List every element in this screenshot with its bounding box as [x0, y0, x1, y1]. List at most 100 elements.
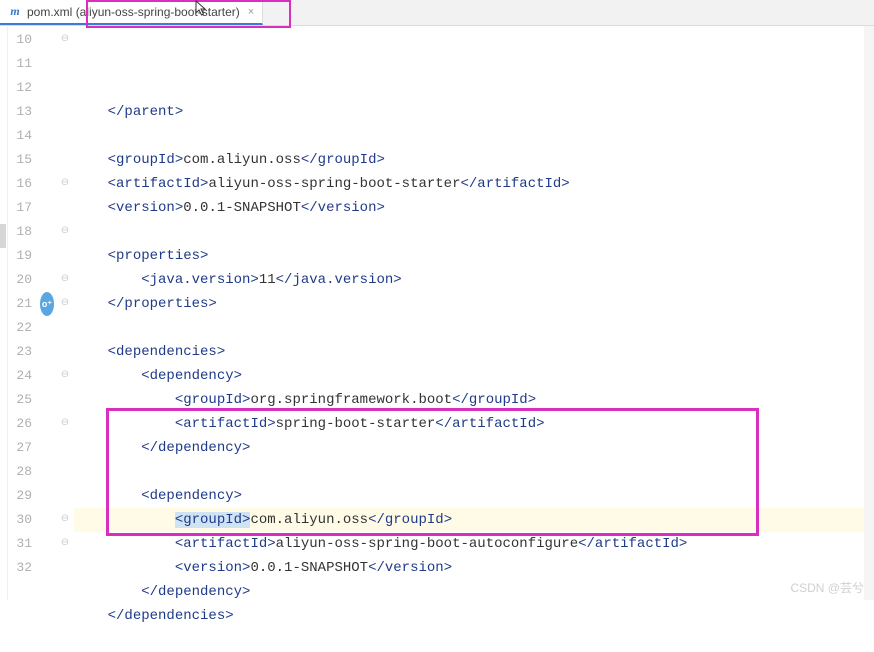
code-line[interactable]: <dependency> — [74, 484, 874, 508]
fold-mark[interactable]: ⊖ — [56, 412, 74, 436]
fold-mark[interactable]: ⊖ — [56, 268, 74, 292]
fold-mark[interactable] — [56, 460, 74, 484]
fold-mark[interactable] — [56, 148, 74, 172]
code-tag: </dependency> — [141, 584, 250, 600]
fold-mark[interactable] — [56, 484, 74, 508]
line-number: 16 — [8, 172, 32, 196]
fold-mark[interactable]: ⊖ — [56, 364, 74, 388]
code-text: 0.0.1-SNAPSHOT — [250, 560, 368, 576]
code-text: aliyun-oss-spring-boot-starter — [208, 176, 460, 192]
line-number: 11 — [8, 52, 32, 76]
fold-mark[interactable] — [56, 244, 74, 268]
fold-mark[interactable] — [56, 436, 74, 460]
code-line[interactable]: </dependency> — [74, 436, 874, 460]
code-line[interactable]: <artifactId>spring-boot-starter</artifac… — [74, 412, 874, 436]
fold-mark[interactable] — [56, 196, 74, 220]
code-tag: <version> — [108, 200, 184, 216]
line-number: 20 — [8, 268, 32, 292]
gutter-badge-column: o⁺ — [38, 26, 56, 600]
code-line[interactable]: <properties> — [74, 244, 874, 268]
gutter-badge-slot — [38, 412, 56, 436]
code-line[interactable]: <dependencies> — [74, 340, 874, 364]
code-tag: <dependency> — [141, 488, 242, 504]
gutter-badge-slot — [38, 172, 56, 196]
line-number: 32 — [8, 556, 32, 580]
fold-mark[interactable] — [56, 52, 74, 76]
fold-mark[interactable]: ⊖ — [56, 220, 74, 244]
gutter-badge-slot — [38, 244, 56, 268]
line-number: 27 — [8, 436, 32, 460]
code-line[interactable]: </dependency> — [74, 580, 874, 604]
code-text: com.aliyun.oss — [183, 152, 301, 168]
line-number: 30 — [8, 508, 32, 532]
code-tag: </version> — [301, 200, 385, 216]
code-line[interactable]: <groupId>com.aliyun.oss</groupId> — [74, 148, 874, 172]
fold-mark[interactable]: ⊖ — [56, 532, 74, 556]
gutter-badge-slot — [38, 316, 56, 340]
editor[interactable]: 1011121314151617181920212223242526272829… — [0, 26, 874, 600]
fold-mark[interactable] — [56, 388, 74, 412]
code-line[interactable] — [74, 220, 874, 244]
fold-mark[interactable]: ⊖ — [56, 292, 74, 316]
gutter-badge-slot — [38, 76, 56, 100]
code-line[interactable] — [74, 460, 874, 484]
code-tag: </groupId> — [452, 392, 536, 408]
tab-filename: pom.xml (aliyun-oss-spring-boot-starter) — [27, 5, 240, 19]
code-line[interactable]: <version>0.0.1-SNAPSHOT</version> — [74, 556, 874, 580]
file-tab[interactable]: m pom.xml (aliyun-oss-spring-boot-starte… — [0, 0, 263, 25]
gutter-badge-slot — [38, 100, 56, 124]
gutter-badge-slot — [38, 532, 56, 556]
line-number: 15 — [8, 148, 32, 172]
line-number: 23 — [8, 340, 32, 364]
code-line[interactable]: <artifactId>aliyun-oss-spring-boot-autoc… — [74, 532, 874, 556]
close-icon[interactable]: × — [248, 6, 254, 18]
code-tag: </artifactId> — [578, 536, 687, 552]
code-text: 11 — [259, 272, 276, 288]
code-tag: <groupId> — [108, 152, 184, 168]
fold-mark[interactable] — [56, 340, 74, 364]
line-numbers: 1011121314151617181920212223242526272829… — [8, 26, 38, 600]
fold-mark[interactable]: ⊖ — [56, 28, 74, 52]
watermark: CSDN @芸兮 — [790, 579, 864, 596]
code-line[interactable]: <groupId>com.aliyun.oss</groupId> — [74, 508, 874, 532]
code-text: spring-boot-starter — [276, 416, 436, 432]
gutter-badge-slot — [38, 340, 56, 364]
code-line[interactable]: </properties> — [74, 292, 874, 316]
line-number: 29 — [8, 484, 32, 508]
gutter-badge-slot — [38, 52, 56, 76]
code-line[interactable] — [74, 316, 874, 340]
code-line[interactable] — [74, 628, 874, 652]
code-line[interactable]: <artifactId>aliyun-oss-spring-boot-start… — [74, 172, 874, 196]
fold-mark[interactable]: ⊖ — [56, 508, 74, 532]
line-number: 25 — [8, 388, 32, 412]
fold-mark[interactable] — [56, 316, 74, 340]
line-number: 22 — [8, 316, 32, 340]
code-line[interactable]: <java.version>11</java.version> — [74, 268, 874, 292]
line-number: 14 — [8, 124, 32, 148]
fold-mark[interactable] — [56, 76, 74, 100]
code-line[interactable]: </dependencies> — [74, 604, 874, 628]
code-area[interactable]: </parent> <groupId>com.aliyun.oss</group… — [74, 26, 874, 600]
gutter-badge-slot — [38, 124, 56, 148]
gutter-badge-slot — [38, 556, 56, 580]
gutter-badge-slot: o⁺ — [38, 292, 56, 316]
bean-badge-icon[interactable]: o⁺ — [40, 292, 54, 316]
scrollbar-vertical[interactable] — [864, 26, 874, 600]
fold-mark[interactable] — [56, 556, 74, 580]
code-line[interactable]: </parent> — [74, 100, 874, 124]
line-number: 21 — [8, 292, 32, 316]
gutter-badge-slot — [38, 484, 56, 508]
fold-mark[interactable]: ⊖ — [56, 172, 74, 196]
fold-mark[interactable] — [56, 124, 74, 148]
code-tag: </version> — [368, 560, 452, 576]
gutter-badge-slot — [38, 364, 56, 388]
fold-mark[interactable] — [56, 100, 74, 124]
code-line[interactable]: <dependency> — [74, 364, 874, 388]
gutter-badge-slot — [38, 388, 56, 412]
code-tag: </java.version> — [276, 272, 402, 288]
code-line[interactable]: <groupId>org.springframework.boot</group… — [74, 388, 874, 412]
code-line[interactable] — [74, 124, 874, 148]
code-tag: <groupId> — [175, 512, 251, 528]
code-line[interactable]: <version>0.0.1-SNAPSHOT</version> — [74, 196, 874, 220]
code-text: org.springframework.boot — [250, 392, 452, 408]
